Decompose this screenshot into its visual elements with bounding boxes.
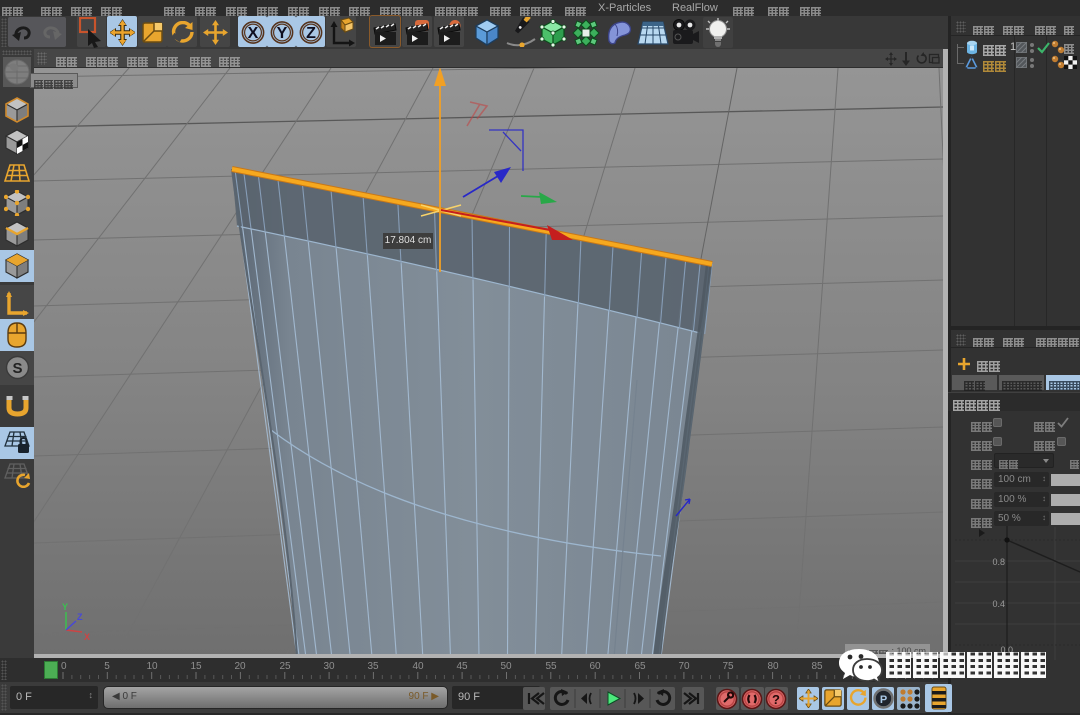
- svg-text:S: S: [12, 360, 22, 377]
- svg-text:60: 60: [589, 661, 601, 672]
- svg-text:Z: Z: [77, 612, 83, 622]
- svg-text:Z: Z: [306, 25, 316, 42]
- svg-text:X: X: [248, 25, 259, 42]
- svg-text:15: 15: [190, 661, 202, 672]
- svg-text:50: 50: [500, 661, 512, 672]
- svg-text:40: 40: [412, 661, 424, 672]
- svg-text:0.8: 0.8: [992, 557, 1005, 567]
- svg-text:P: P: [880, 694, 887, 706]
- svg-text:30: 30: [323, 661, 335, 672]
- svg-text:80: 80: [767, 661, 779, 672]
- svg-text:X: X: [84, 632, 90, 642]
- svg-text:35: 35: [367, 661, 379, 672]
- svg-text:0.4: 0.4: [992, 599, 1005, 609]
- svg-text:5: 5: [104, 661, 110, 672]
- svg-text:20: 20: [234, 661, 246, 672]
- svg-text:70: 70: [678, 661, 690, 672]
- svg-text:Y: Y: [277, 25, 288, 42]
- svg-text:65: 65: [634, 661, 646, 672]
- svg-text:75: 75: [722, 661, 734, 672]
- svg-text:85: 85: [811, 661, 823, 672]
- svg-text:45: 45: [456, 661, 468, 672]
- svg-text:0: 0: [61, 661, 67, 672]
- svg-text:10: 10: [146, 661, 158, 672]
- svg-text:25: 25: [279, 661, 291, 672]
- svg-text:55: 55: [545, 661, 557, 672]
- svg-text:?: ?: [772, 692, 780, 707]
- svg-text:Y: Y: [62, 602, 68, 612]
